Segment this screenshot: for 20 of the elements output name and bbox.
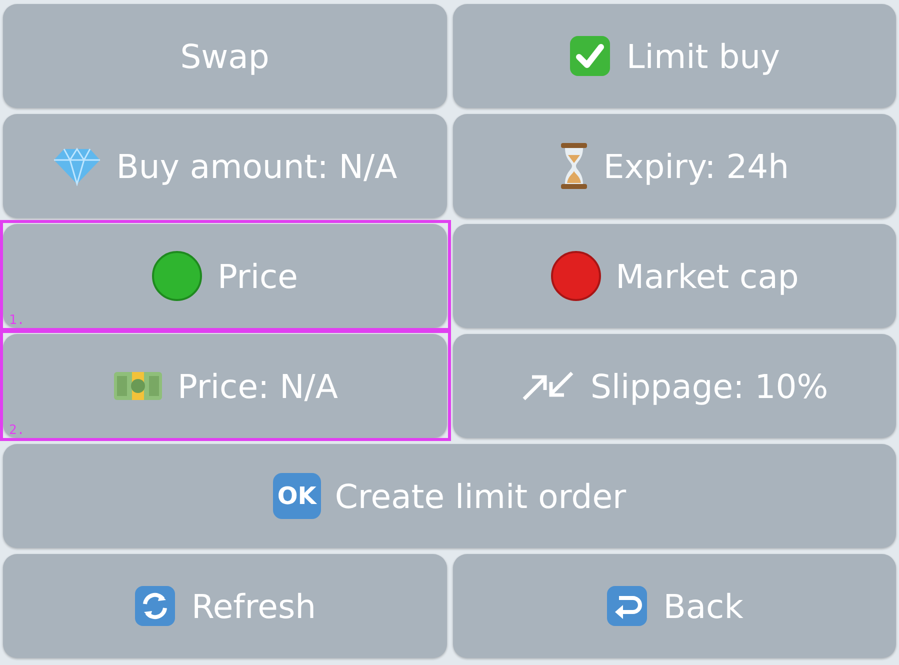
keyboard-button[interactable]: Expiry: 24h <box>452 114 896 218</box>
keyboard-button[interactable]: Slippage: 10% <box>452 334 896 438</box>
keyboard-button[interactable]: Buy amount: N/A <box>3 114 446 218</box>
circle-icon <box>151 250 204 302</box>
keyboard-button[interactable]: Limit buy <box>452 4 896 108</box>
check-icon <box>568 34 612 78</box>
keyboard-button[interactable]: Market cap <box>452 224 896 328</box>
annotation-number: 1. <box>9 313 25 328</box>
ok-icon: OK <box>272 473 321 519</box>
hourglass-icon <box>559 141 590 191</box>
keyboard-button[interactable]: Back <box>452 554 896 658</box>
keyboard-button[interactable]: Swap <box>3 4 446 108</box>
keyboard-button[interactable]: OK Create limit order <box>3 444 896 548</box>
banknote-icon <box>112 369 164 403</box>
diamond-icon <box>52 146 102 186</box>
circle-icon <box>550 250 602 302</box>
refresh-icon <box>133 584 178 628</box>
return-icon <box>605 584 650 628</box>
annotation-number: 2. <box>9 423 25 438</box>
keyboard-button[interactable]: Refresh <box>3 554 446 658</box>
